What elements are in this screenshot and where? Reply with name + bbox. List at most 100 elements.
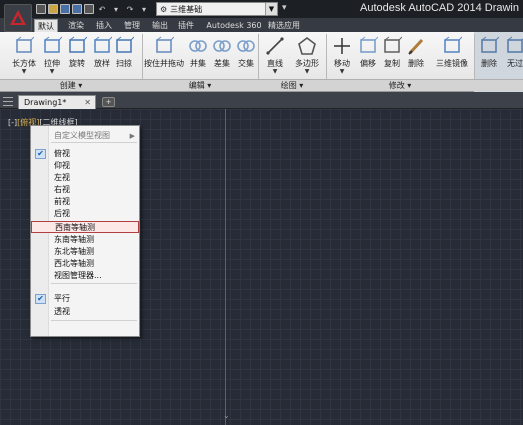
ribbon-tab[interactable]: 输出 (146, 19, 174, 32)
ribbon-tab-bar: 默认 渲染 插入 管理 输出 插件 Autodesk 360 精选应用 (0, 18, 523, 32)
ribbon-tool-button[interactable]: 偏移 (356, 34, 380, 76)
viewport-controls-menu[interactable]: [-] (8, 118, 17, 127)
chevron-down-icon[interactable]: ▼ (265, 3, 277, 15)
ribbon-tool-button[interactable]: 放样 (90, 34, 114, 76)
context-menu-item[interactable]: 西南等轴测 (31, 221, 139, 233)
ribbon-tab[interactable]: 默认 (34, 19, 58, 32)
chevron-down-icon[interactable]: ▼ (262, 69, 288, 75)
undo-icon[interactable]: ↶ (96, 5, 108, 14)
context-menu-item-label: 后视 (54, 209, 70, 218)
ribbon-tool-label: 无过 (507, 59, 523, 68)
undo-dropdown-icon[interactable]: ▾ (110, 5, 122, 14)
chevron-down-icon[interactable]: ▼ (40, 69, 64, 75)
ribbon-group-label[interactable]: 修改 ▾ (326, 80, 474, 92)
move-icon (332, 36, 352, 56)
context-menu-item[interactable]: ✔ 平行 (31, 293, 139, 305)
menu-separator (51, 142, 137, 143)
ribbon-tool-button[interactable]: 按住并拖动 (144, 34, 184, 76)
chevron-down-icon[interactable]: ⌄ (223, 411, 230, 420)
close-icon[interactable]: ✕ (84, 96, 91, 109)
polygon-icon (297, 36, 317, 56)
ribbon-tool-button[interactable]: 并集 (186, 34, 210, 76)
ribbon-tool-label: 按住并拖动 (144, 59, 184, 68)
context-menu-item[interactable]: 后视 (31, 208, 139, 220)
context-menu-item-label: 俯视 (54, 149, 70, 158)
ribbon-group-label[interactable]: 编辑 ▾ (142, 80, 258, 92)
context-menu-item[interactable]: 仰视 (31, 160, 139, 172)
ribbon-tab[interactable]: Autodesk 360 (200, 19, 268, 32)
workspace-selector[interactable]: ⚙ 三维基础 ▼ (156, 2, 278, 16)
copy-icon (382, 36, 403, 56)
context-menu-item[interactable]: 东北等轴测 (31, 246, 139, 258)
ribbon-tool-button[interactable]: 三维镜像 (436, 34, 468, 76)
new-file-icon[interactable] (36, 4, 46, 14)
ribbon-tool-button[interactable]: 拉伸 ▼ (40, 34, 64, 76)
document-tab[interactable]: Drawing1* ✕ (18, 95, 96, 109)
context-menu-item-label: 西南等轴测 (55, 223, 95, 232)
loft-icon (92, 36, 113, 56)
ribbon-tool-button[interactable]: 多边形 ▼ (292, 34, 322, 76)
ribbon-tool-button[interactable]: 删除 (404, 34, 428, 76)
ribbon-tool-label: 差集 (214, 59, 230, 68)
ribbon-tool-button[interactable]: 差集 (210, 34, 234, 76)
redo-icon[interactable]: ↷ (124, 5, 136, 14)
redo-dropdown-icon[interactable]: ▾ (138, 5, 150, 14)
open-folder-icon[interactable] (48, 4, 58, 14)
title-bar: ↶ ▾ ↷ ▾ ⚙ 三维基础 ▼ ▾ Autodesk AutoCAD 2014… (0, 0, 523, 18)
context-menu-item-label: 透视 (54, 307, 70, 316)
revolve-icon (67, 36, 88, 56)
context-menu-item[interactable]: 透视 (31, 306, 139, 318)
ribbon-tool-button[interactable]: 删除 (476, 34, 502, 76)
context-menu-item[interactable]: 前视 (31, 196, 139, 208)
ribbon-tool-button[interactable]: 直线 ▼ (262, 34, 288, 76)
ribbon-tab[interactable]: 管理 (118, 19, 146, 32)
workspace-name: 三维基础 (170, 4, 203, 14)
save-as-icon[interactable] (72, 4, 82, 14)
ribbon-tool-button[interactable]: 复制 (380, 34, 404, 76)
document-tab-bar: Drawing1* ✕ + (0, 92, 523, 109)
ribbon-tab[interactable]: 精选应用 (262, 19, 306, 32)
ribbon-tool-button[interactable]: 无过 (504, 34, 523, 76)
new-tab-button[interactable]: + (102, 97, 115, 107)
ribbon-tab[interactable]: 插入 (90, 19, 118, 32)
chevron-down-icon[interactable]: ▼ (10, 69, 38, 75)
ribbon-tab[interactable]: 插件 (174, 19, 198, 32)
context-menu-item[interactable]: 东南等轴测 (31, 234, 139, 246)
menu-separator (51, 283, 137, 284)
ribbon-tool-label: 放样 (94, 59, 110, 68)
ribbon-tool-button[interactable]: 移动 ▼ (330, 34, 354, 76)
ribbon-tab[interactable]: 渲染 (62, 19, 90, 32)
ribbon-tool-label: 扫掠 (116, 59, 132, 68)
ribbon-group-label[interactable]: 创建 ▾ (0, 80, 142, 92)
context-menu-item[interactable]: 自定义模型视图 ▶ (31, 130, 139, 142)
app-title: Autodesk AutoCAD 2014 Drawin (360, 2, 519, 14)
ribbon-tool-button[interactable]: 旋转 (64, 34, 90, 76)
erase-icon (406, 36, 426, 56)
ribbon-tool-button[interactable]: 交集 (234, 34, 258, 76)
checkmark-icon: ✔ (35, 294, 46, 304)
chevron-down-icon[interactable]: ▼ (330, 69, 354, 75)
context-menu-item[interactable]: ✔ 俯视 (31, 148, 139, 160)
context-menu-item[interactable]: 左视 (31, 172, 139, 184)
context-menu-item[interactable]: 右视 (31, 184, 139, 196)
union-icon (188, 36, 208, 56)
context-menu-item-label: 仰视 (54, 161, 70, 170)
customize-qat-icon[interactable]: ▾ (282, 3, 287, 13)
ribbon-group-label[interactable]: 绘图 ▾ (258, 80, 326, 92)
ribbon-tool-button[interactable]: 长方体 ▼ (10, 34, 38, 76)
print-icon[interactable] (84, 4, 94, 14)
gear-icon: ⚙ (160, 4, 168, 14)
ribbon-tool-label: 删除 (408, 59, 424, 68)
chevron-right-icon: ▶ (129, 132, 135, 140)
delete-icon (479, 36, 500, 56)
ribbon-tool-label: 复制 (384, 59, 400, 68)
ribbon-tool-button[interactable]: 扫掠 (112, 34, 136, 76)
menu-icon[interactable] (3, 97, 13, 106)
context-menu-item[interactable]: 西北等轴测 (31, 258, 139, 270)
save-icon[interactable] (60, 4, 70, 14)
chevron-down-icon[interactable]: ▼ (292, 69, 322, 75)
subtract-icon (212, 36, 232, 56)
context-menu-item[interactable]: 视图管理器... (31, 270, 139, 282)
line-icon (265, 36, 285, 56)
application-menu-button[interactable] (4, 4, 32, 32)
